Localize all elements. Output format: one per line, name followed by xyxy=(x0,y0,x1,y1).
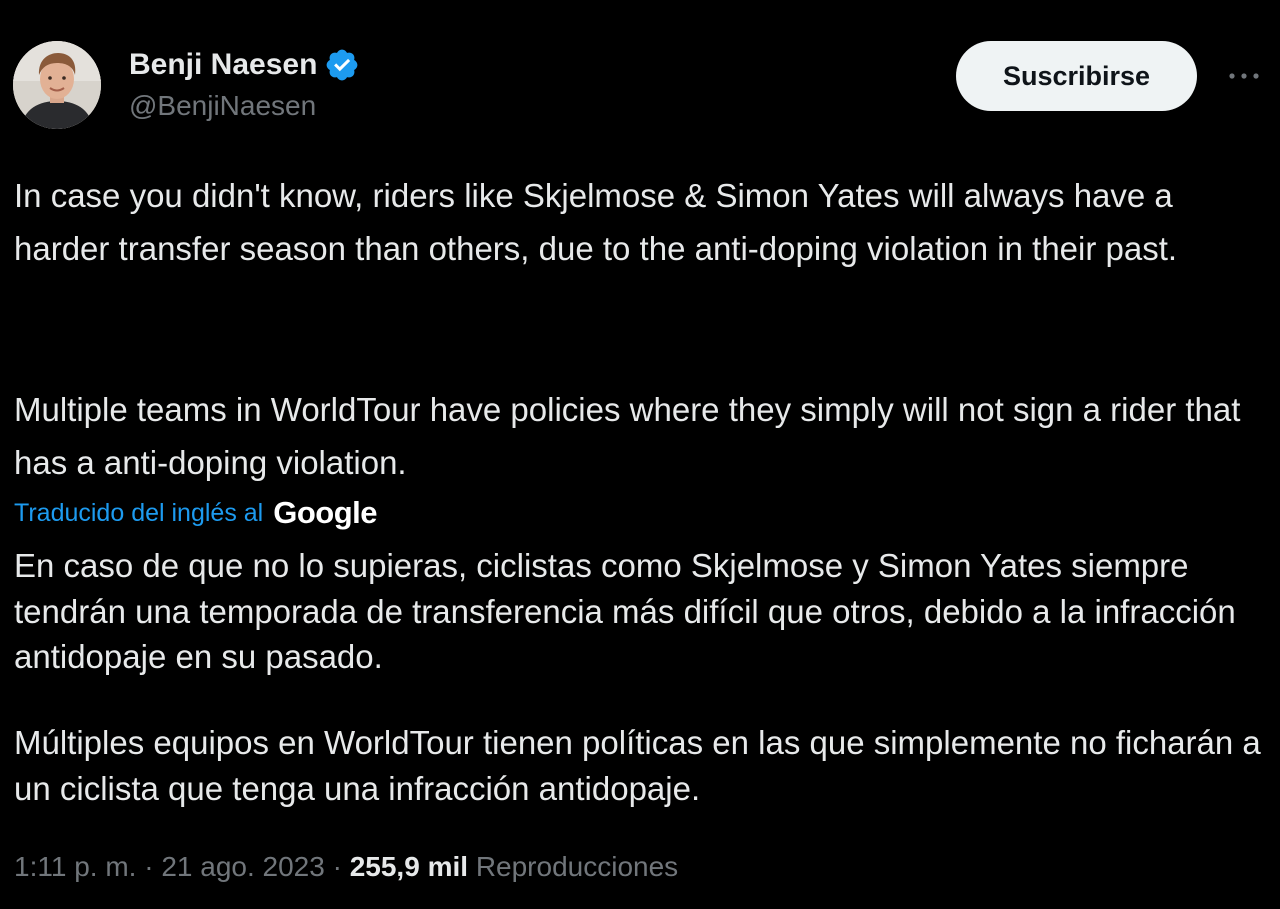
translated-from-link[interactable]: Traducido del inglés al xyxy=(14,499,263,528)
author-info: Benji Naesen @BenjiNaesen xyxy=(129,44,360,122)
meta-separator: · xyxy=(324,851,350,882)
google-logo: Google xyxy=(273,495,377,530)
tweet-date[interactable]: 21 ago. 2023 xyxy=(161,851,325,883)
tweet-time[interactable]: 1:11 p. m. xyxy=(14,851,136,883)
verified-badge-icon[interactable] xyxy=(324,47,360,83)
translation-attribution: Traducido del inglés al Google xyxy=(14,493,377,533)
display-name[interactable]: Benji Naesen xyxy=(129,48,317,82)
author-name-row: Benji Naesen xyxy=(129,44,360,86)
views-label: Reproducciones xyxy=(475,851,679,882)
tweet-text-paragraph: In case you didn't know, riders like Skj… xyxy=(14,177,1178,267)
tweet: Benji Naesen @BenjiNaesen Suscribirse In… xyxy=(0,0,1280,909)
avatar[interactable] xyxy=(13,41,101,129)
tweet-metadata: 1:11 p. m. · 21 ago. 2023 · 255,9 mil Re… xyxy=(14,846,678,888)
avatar-image xyxy=(13,41,101,129)
tweet-text-paragraph: Multiple teams in WorldTour have policie… xyxy=(14,391,1241,481)
author-handle[interactable]: @BenjiNaesen xyxy=(129,90,360,122)
more-options-button[interactable] xyxy=(1222,58,1266,94)
subscribe-button[interactable]: Suscribirse xyxy=(956,41,1197,111)
translated-text-paragraph: En caso de que no lo supieras, ciclistas… xyxy=(14,547,1236,675)
translated-text-paragraph: Múltiples equipos en WorldTour tienen po… xyxy=(14,724,1261,807)
views-count: 255,9 mil xyxy=(349,851,469,882)
more-horizontal-icon xyxy=(1229,73,1259,79)
meta-separator: · xyxy=(136,851,162,882)
